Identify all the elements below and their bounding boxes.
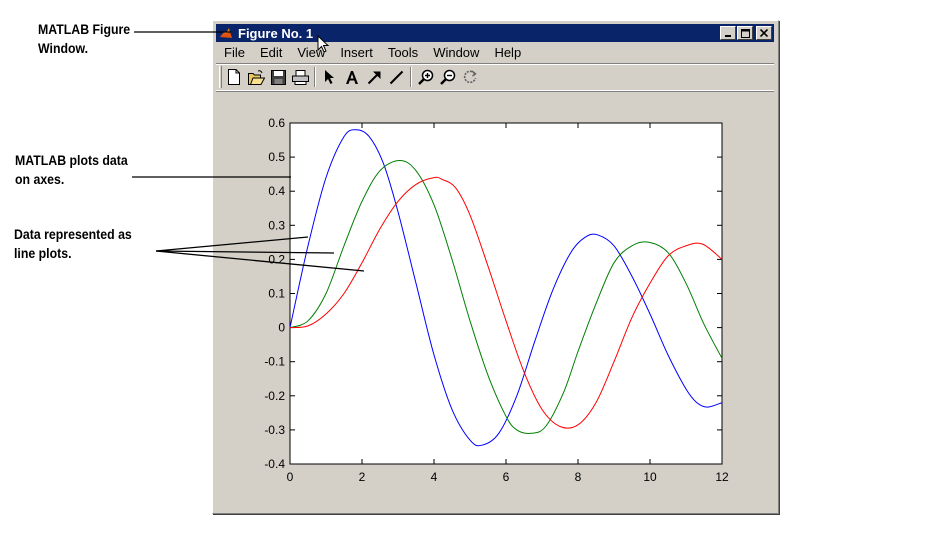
y-tick-label: 0.5	[268, 150, 285, 164]
x-tick-label: 4	[431, 470, 438, 484]
y-tick-label: 0.3	[268, 218, 285, 232]
y-tick-label: 0.2	[268, 252, 285, 266]
x-tick-label: 12	[715, 470, 729, 484]
x-tick-label: 0	[287, 470, 294, 484]
axes-box	[289, 122, 723, 465]
y-tick-label: -0.3	[264, 423, 285, 437]
y-tick-label: 0.1	[268, 287, 285, 301]
y-tick-label: 0.4	[268, 184, 285, 198]
x-tick-label: 8	[575, 470, 582, 484]
y-tick-label: 0	[278, 321, 285, 335]
y-tick-label: 0.6	[268, 116, 285, 130]
y-tick-label: -0.4	[264, 457, 285, 471]
x-tick-label: 10	[643, 470, 657, 484]
figure-plot: 0 2 4 6 8 10 12 -0.4 -0.3 -0.2 -0.1 0 0.1 0.2 0.3 0.4 0.…	[264, 116, 729, 484]
x-tick-label: 6	[503, 470, 510, 484]
y-tick-label: -0.2	[264, 389, 285, 403]
x-tick-label: 2	[359, 470, 366, 484]
y-tick-label: -0.1	[264, 355, 285, 369]
